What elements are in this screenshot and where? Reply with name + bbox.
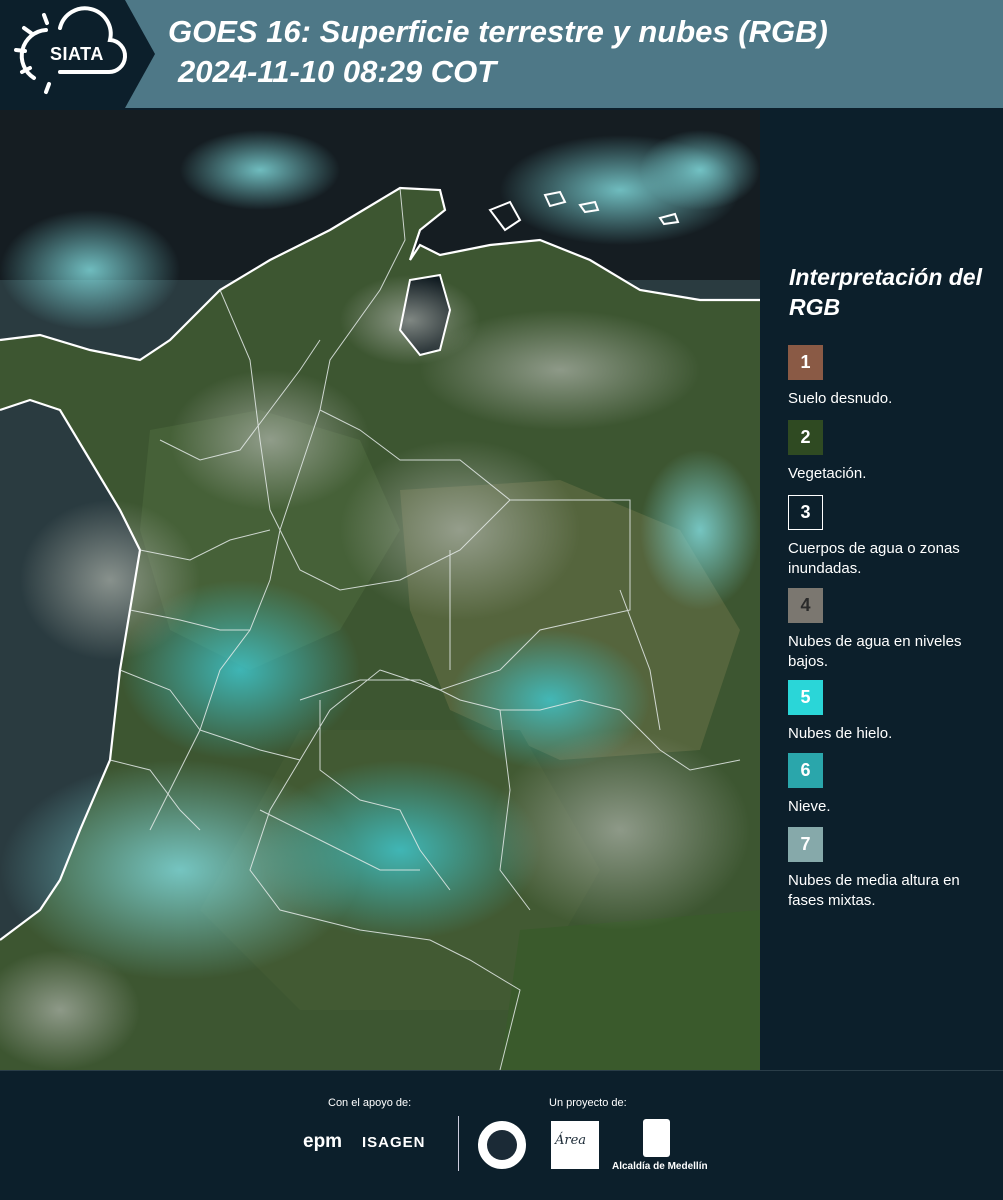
medellin-seal-icon (478, 1121, 526, 1169)
legend-item: 2 Vegetación. (788, 420, 988, 484)
footer-divider (458, 1116, 459, 1171)
area-logo-text: Área (555, 1133, 587, 1148)
alcaldia-crest-icon (643, 1119, 670, 1157)
legend-label: Nubes de agua en niveles bajos. (788, 633, 962, 670)
legend-swatch: 3 (788, 495, 823, 530)
legend-swatch: 1 (788, 345, 823, 380)
header-bar: SIATA GOES 16: Superficie terrestre y nu… (0, 0, 1003, 108)
legend-swatch: 5 (788, 680, 823, 715)
isagen-logo: ISAGEN (362, 1134, 426, 1151)
legend-item: 7 Nubes de media altura en fases mixtas. (788, 827, 988, 911)
legend-item: 3 Cuerpos de agua o zonas inundadas. (788, 495, 988, 579)
legend-label: Nieve. (788, 798, 831, 815)
legend-label: Nubes de media altura en fases mixtas. (788, 872, 960, 909)
project-label: Un proyecto de: (549, 1097, 627, 1109)
legend-label: Suelo desnudo. (788, 390, 893, 407)
page-title: GOES 16: Superficie terrestre y nubes (R… (168, 14, 828, 49)
legend-swatch: 7 (788, 827, 823, 862)
legend-swatch: 6 (788, 753, 823, 788)
alcaldia-label: Alcaldía de Medellín (612, 1161, 708, 1172)
legend-label: Vegetación. (788, 465, 867, 482)
legend-title: Interpretación del RGB (789, 264, 982, 320)
area-metropolitana-logo: Área (551, 1121, 599, 1169)
legend-swatch: 2 (788, 420, 823, 455)
legend-label: Nubes de hielo. (788, 725, 893, 742)
support-label: Con el apoyo de: (328, 1097, 412, 1109)
legend-item: 6 Nieve. (788, 753, 988, 817)
satellite-map (0, 110, 760, 1070)
legend-item: 5 Nubes de hielo. (788, 680, 988, 744)
legend-item: 1 Suelo desnudo. (788, 345, 988, 409)
legend-item: 4 Nubes de agua en niveles bajos. (788, 588, 988, 672)
epm-logo: epm (303, 1131, 343, 1152)
legend-panel: Interpretación del RGB 1 Suelo desnudo. … (760, 110, 1003, 1070)
siata-logo: SIATA (0, 0, 155, 108)
page-timestamp: 2024-11-10 08:29 COT (178, 54, 497, 89)
legend-label: Cuerpos de agua o zonas inundadas. (788, 540, 960, 577)
logo-text: SIATA (50, 44, 104, 64)
footer: Con el apoyo de: Un proyecto de: epm ISA… (0, 1070, 1003, 1200)
legend-swatch: 4 (788, 588, 823, 623)
